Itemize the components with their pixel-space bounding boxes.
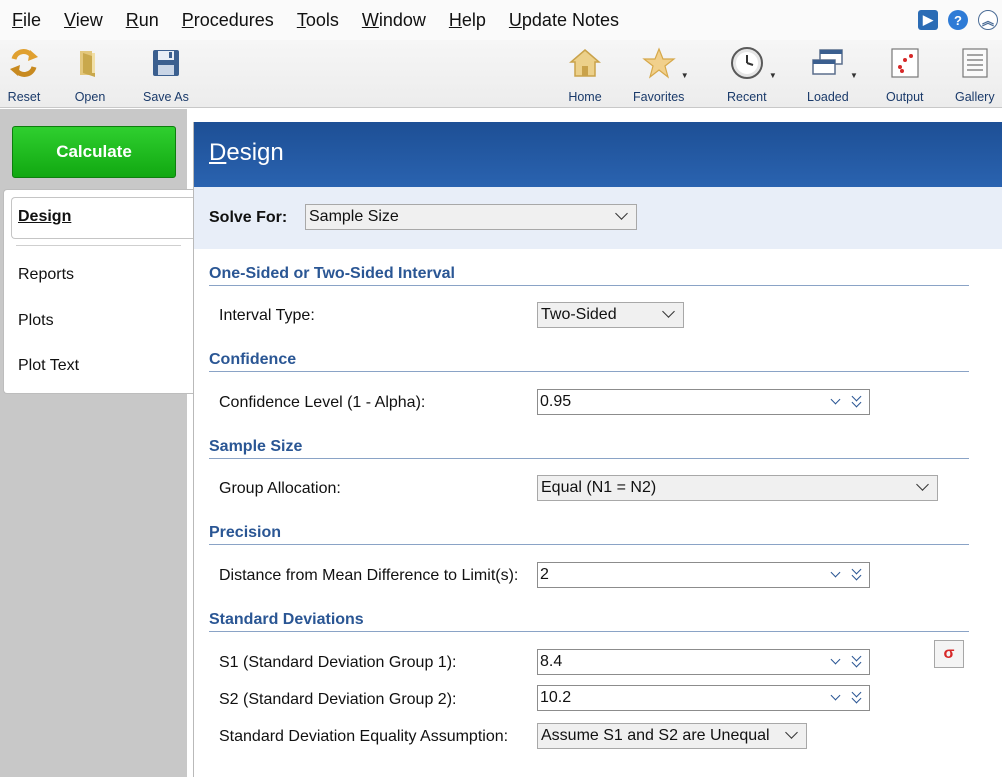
confidence-level-label: Confidence Level (1 - Alpha): [219,394,426,411]
open-folder-icon [72,44,108,82]
group-allocation-select[interactable]: Equal (N1 = N2) [537,475,938,501]
reset-button[interactable]: Reset [6,44,42,104]
expand-double-chevron-icon[interactable] [851,564,863,585]
menu-window[interactable]: Window [350,10,426,31]
interval-type-select[interactable]: Two-Sided [537,302,684,328]
equality-assumption-select[interactable]: Assume S1 and S2 are Unequal [537,723,807,749]
distance-value: 2 [540,566,549,583]
solve-for-select[interactable]: Sample Size [305,204,637,230]
s2-label: S2 (Standard Deviation Group 2): [219,691,457,708]
menubar-right-icons: ▶ ? ︽ [918,10,998,30]
save-as-button[interactable]: Save As [143,44,189,104]
expand-double-chevron-icon[interactable] [851,687,863,708]
loaded-windows-icon: ▼ [810,44,858,82]
recent-button[interactable]: ▼ Recent [727,44,777,104]
solve-for-bar: Solve For: Sample Size [194,187,1002,249]
s2-field[interactable]: 10.2 [537,685,870,711]
design-header: Design [194,122,1002,187]
save-disk-icon [148,44,184,82]
chevron-down-icon [785,726,798,739]
calculate-button[interactable]: Calculate [12,126,176,178]
confidence-level-value: 0.95 [540,393,572,410]
solve-for-label: Solve For: [209,209,288,226]
section-standard-deviations: Standard Deviations [209,611,969,632]
toolbar: Reset Open Save As Home ▼ Favorites ▼ Re… [0,40,1002,108]
chevron-down-icon [916,478,929,491]
confidence-level-field[interactable]: 0.95 [537,389,870,415]
dropdown-chevron-icon[interactable] [830,690,841,701]
nav-tabs: Design Reports Plots Plot Text [3,189,196,394]
home-icon [567,44,603,82]
gallery-label: Gallery [955,90,995,104]
menu-file[interactable]: File [0,10,41,31]
recent-dropdown-icon[interactable]: ▼ [769,71,777,80]
group-allocation-value: Equal (N1 = N2) [541,479,657,496]
menu-view[interactable]: View [52,10,103,31]
nav-separator [16,245,181,246]
menu-update-notes[interactable]: Update Notes [497,10,619,31]
loaded-button[interactable]: ▼ Loaded [807,44,858,104]
menu-procedures[interactable]: Procedures [170,10,274,31]
group-allocation-label: Group Allocation: [219,480,341,497]
output-scatter-icon [887,44,923,82]
interval-type-value: Two-Sided [541,306,617,323]
loaded-dropdown-icon[interactable]: ▼ [850,71,858,80]
left-panel: Calculate Design Reports Plots Plot Text [0,109,196,777]
design-panel: Design Solve For: Sample Size One-Sided … [193,122,1002,777]
s1-field[interactable]: 8.4 [537,649,870,675]
section-precision: Precision [209,524,969,545]
collapse-icon[interactable]: ︽ [978,10,998,30]
distance-field[interactable]: 2 [537,562,870,588]
chevron-down-icon [615,207,628,220]
output-button[interactable]: Output [886,44,924,104]
help-icon[interactable]: ? [948,10,968,30]
open-button[interactable]: Open [72,44,108,104]
favorites-button[interactable]: ▼ Favorites [633,44,689,104]
play-icon[interactable]: ▶ [918,10,938,30]
expand-double-chevron-icon[interactable] [851,651,863,672]
page-title: Design [209,139,284,166]
nav-tab-design[interactable]: Design [11,197,196,239]
open-label: Open [74,90,106,104]
s2-value: 10.2 [540,689,572,706]
reset-icon [6,44,42,82]
equality-assumption-value: Assume S1 and S2 are Unequal [541,727,770,744]
equality-assumption-label: Standard Deviation Equality Assumption: [219,728,509,745]
favorites-label: Favorites [633,90,685,104]
favorites-dropdown-icon[interactable]: ▼ [681,71,689,80]
gallery-document-icon [957,44,993,82]
output-label: Output [886,90,924,104]
nav-tab-design-label: Design [18,208,72,225]
s1-label: S1 (Standard Deviation Group 1): [219,654,457,671]
menu-help[interactable]: Help [437,10,486,31]
loaded-label: Loaded [807,90,849,104]
section-sample-size: Sample Size [209,438,969,459]
sigma-icon[interactable]: σ [934,640,964,668]
recent-clock-icon: ▼ [729,44,777,82]
save-as-label: Save As [143,90,189,104]
dropdown-chevron-icon[interactable] [830,567,841,578]
section-confidence: Confidence [209,351,969,372]
interval-type-label: Interval Type: [219,307,315,324]
menu-tools[interactable]: Tools [285,10,339,31]
nav-tab-plots[interactable]: Plots [18,312,54,330]
favorites-star-icon: ▼ [641,44,689,82]
distance-label: Distance from Mean Difference to Limit(s… [219,567,519,584]
menu-bar: File View Run Procedures Tools Window He… [0,0,1002,40]
gallery-button[interactable]: Gallery [955,44,995,104]
solve-for-value: Sample Size [309,208,399,225]
chevron-down-icon [662,305,675,318]
reset-label: Reset [7,90,41,104]
section-interval: One-Sided or Two-Sided Interval [209,265,969,286]
home-button[interactable]: Home [567,44,603,104]
nav-tab-plot-text[interactable]: Plot Text [18,357,79,375]
dropdown-chevron-icon[interactable] [830,654,841,665]
menu-run[interactable]: Run [114,10,159,31]
s1-value: 8.4 [540,653,563,670]
expand-double-chevron-icon[interactable] [851,391,863,412]
dropdown-chevron-icon[interactable] [830,394,841,405]
nav-tab-reports[interactable]: Reports [18,266,74,284]
recent-label: Recent [727,90,767,104]
home-label: Home [568,90,602,104]
